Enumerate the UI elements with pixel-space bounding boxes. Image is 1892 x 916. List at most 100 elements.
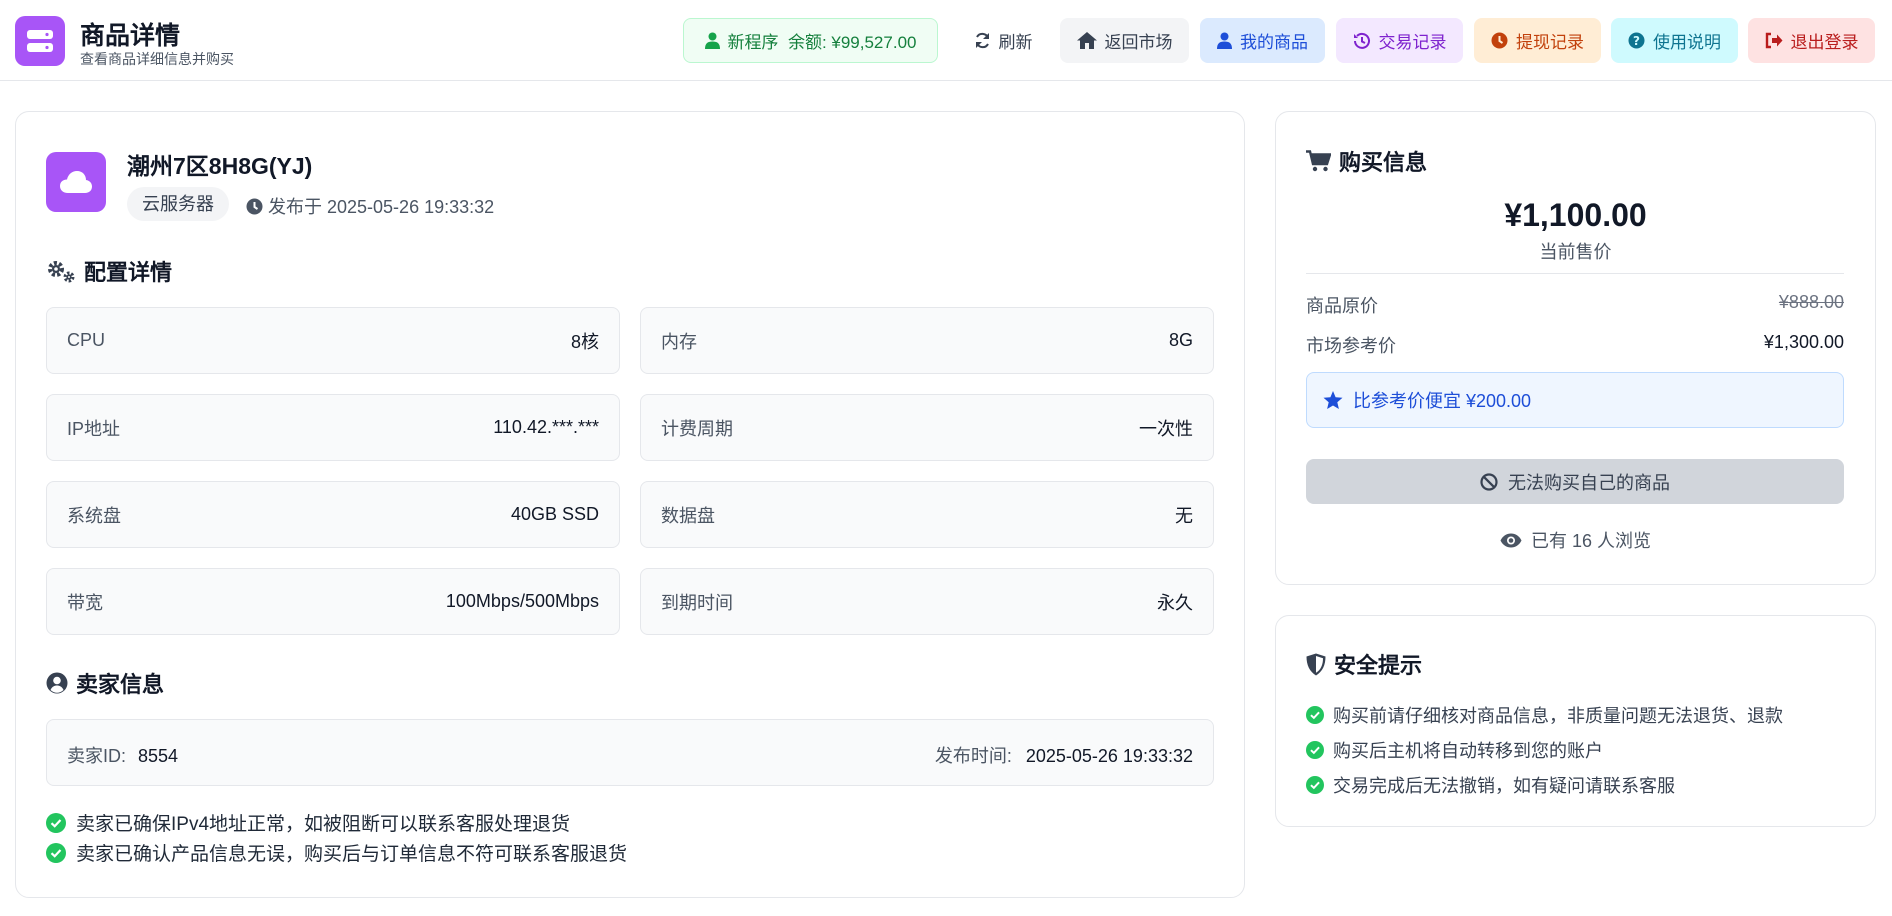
seller-id-label: 卖家ID: xyxy=(67,746,127,766)
product-name: 潮州7区8H8G(YJ) xyxy=(127,153,313,179)
safety-section-title: 安全提示 xyxy=(1306,648,1422,680)
check-circle-icon xyxy=(46,812,66,833)
original-price-value: ¥888.00 xyxy=(1778,292,1844,312)
safety-tip-text: 交易完成后无法撤销，如有疑问请联系客服 xyxy=(1333,776,1675,796)
spec-key: 内存 xyxy=(661,331,697,352)
spec-key: CPU xyxy=(67,330,106,350)
purchase-card: 购买信息 ¥1,100.00 当前售价 商品原价 ¥888.00 市场参考价 ¥… xyxy=(1275,111,1876,585)
market-price-label: 市场参考价 xyxy=(1306,336,1396,356)
star-icon xyxy=(1323,390,1343,409)
seller-info-box: 卖家ID: 8554 发布时间: 2025-05-26 19:33:32 xyxy=(46,719,1214,786)
safety-tip-text: 购买前请仔细核对商品信息，非质量问题无法退货、退款 xyxy=(1333,706,1783,726)
seller-section-title: 卖家信息 xyxy=(46,667,164,699)
page-title: 商品详情 xyxy=(80,22,181,50)
spec-item: CPU 8核 xyxy=(46,307,620,374)
purchase-section-title: 购买信息 xyxy=(1306,145,1427,177)
saving-text: 比参考价便宜 ¥200.00 xyxy=(1353,391,1532,411)
safety-tip-item: 购买后主机将自动转移到您的账户 xyxy=(1306,737,1603,763)
spec-key: 带宽 xyxy=(67,592,103,613)
back-to-market-button[interactable]: 返回市场 xyxy=(1060,18,1189,63)
config-title-text: 配置详情 xyxy=(84,260,173,285)
product-detail-card: 潮州7区8H8G(YJ) 云服务器 发布于 2025-05-26 19:33:3… xyxy=(15,111,1245,898)
config-section-title: 配置详情 xyxy=(46,255,172,287)
clock-icon xyxy=(246,198,263,214)
safety-title-text: 安全提示 xyxy=(1334,653,1423,678)
page-subtitle: 查看商品详细信息并购买 xyxy=(80,51,234,67)
check-circle-icon xyxy=(1306,706,1324,724)
market-label: 返回市场 xyxy=(1104,33,1173,52)
spec-value: 110.42.***.*** xyxy=(493,417,599,437)
seller-id-row: 卖家ID: 8554 xyxy=(67,742,178,768)
spec-key: 计费周期 xyxy=(661,418,733,439)
spec-item: 内存 8G xyxy=(640,307,1214,374)
saving-notice: 比参考价便宜 ¥200.00 xyxy=(1306,372,1844,428)
spec-value: 永久 xyxy=(1157,592,1193,613)
spec-value: 100Mbps/500Mbps xyxy=(445,591,599,611)
spec-key: 数据盘 xyxy=(661,505,715,526)
promise-text: 卖家已确保IPv4地址正常，如被阻断可以联系客服处理退货 xyxy=(76,814,571,835)
market-price-row: 市场参考价 ¥1,300.00 xyxy=(1306,332,1844,358)
svg-text:?: ? xyxy=(1633,34,1640,48)
original-price-row: 商品原价 ¥888.00 xyxy=(1306,292,1844,318)
balance-text: 新程序 余额: ¥99,527.00 xyxy=(727,33,917,52)
home-icon xyxy=(1076,32,1097,49)
logout-label: 退出登录 xyxy=(1790,33,1859,52)
withdraw-label: 提现记录 xyxy=(1516,33,1584,52)
seller-id-value: 8554 xyxy=(138,746,179,766)
spec-value: 8G xyxy=(1168,330,1193,350)
shopping-cart-icon xyxy=(1306,150,1331,172)
publish-time: 发布于 2025-05-26 19:33:32 xyxy=(246,193,494,219)
logout-button[interactable]: 退出登录 xyxy=(1748,18,1875,63)
spec-item: 系统盘 40GB SSD xyxy=(46,481,620,548)
my-goods-button[interactable]: 我的商品 xyxy=(1200,18,1325,63)
refresh-icon xyxy=(975,32,989,49)
seller-time-label: 发布时间: xyxy=(934,746,1012,766)
spec-value: 无 xyxy=(1175,505,1193,526)
seller-promise-item: 卖家已确保IPv4地址正常，如被阻断可以联系客服处理退货 xyxy=(46,809,570,836)
user-icon xyxy=(704,32,720,49)
check-circle-icon xyxy=(1306,776,1324,794)
user-circle-icon xyxy=(46,672,68,694)
promise-text: 卖家已确认产品信息无误，购买后与订单信息不符可联系客服退货 xyxy=(76,844,628,865)
spec-key: 系统盘 xyxy=(67,505,121,526)
history-icon xyxy=(1353,32,1370,49)
spec-value: 8核 xyxy=(570,331,599,352)
spec-value: 一次性 xyxy=(1139,418,1193,439)
spec-item: 到期时间 永久 xyxy=(640,568,1214,635)
publish-time-text: 发布于 2025-05-26 19:33:32 xyxy=(268,197,495,217)
check-circle-icon xyxy=(46,842,66,863)
spec-key: IP地址 xyxy=(67,418,121,439)
ban-icon xyxy=(1480,472,1498,491)
balance-badge: 新程序 余额: ¥99,527.00 xyxy=(683,18,938,63)
safety-tip-text: 购买后主机将自动转移到您的账户 xyxy=(1333,741,1603,761)
spec-item: 数据盘 无 xyxy=(640,481,1214,548)
product-type-badge: 云服务器 xyxy=(127,187,229,221)
clock-icon xyxy=(1491,32,1508,49)
withdraw-records-button[interactable]: 提现记录 xyxy=(1474,18,1601,63)
shield-icon xyxy=(1306,653,1326,675)
refresh-button[interactable]: 刷新 xyxy=(962,18,1044,63)
trades-label: 交易记录 xyxy=(1378,33,1447,52)
current-price: ¥1,100.00 xyxy=(1504,197,1647,233)
eye-icon xyxy=(1500,533,1522,547)
buy-button-disabled[interactable]: 无法购买自己的商品 xyxy=(1306,459,1844,504)
usage-guide-button[interactable]: ? 使用说明 xyxy=(1611,18,1738,63)
check-circle-icon xyxy=(1306,741,1324,759)
seller-title-text: 卖家信息 xyxy=(76,672,165,697)
buy-button-label: 无法购买自己的商品 xyxy=(1508,472,1670,493)
spec-item: 带宽 100Mbps/500Mbps xyxy=(46,568,620,635)
safety-tip-item: 交易完成后无法撤销，如有疑问请联系客服 xyxy=(1306,772,1675,798)
safety-tips-card: 安全提示 购买前请仔细核对商品信息，非质量问题无法退货、退款 购买后主机将自动转… xyxy=(1275,615,1876,827)
view-count: 已有 16 人浏览 xyxy=(1276,527,1875,553)
seller-promise-item: 卖家已确认产品信息无误，购买后与订单信息不符可联系客服退货 xyxy=(46,839,627,866)
market-price-value: ¥1,300.00 xyxy=(1763,332,1844,352)
view-count-text: 已有 16 人浏览 xyxy=(1530,531,1652,551)
seller-time-row: 发布时间: 2025-05-26 19:33:32 xyxy=(935,742,1193,768)
current-price-label: 当前售价 xyxy=(1539,242,1612,262)
user-icon xyxy=(1217,32,1232,49)
cogs-icon xyxy=(48,261,75,283)
question-icon: ? xyxy=(1628,32,1645,49)
top-header: 商品详情 查看商品详细信息并购买 新程序 余额: ¥99,527.00 刷新 返… xyxy=(0,0,1892,81)
usage-label: 使用说明 xyxy=(1653,33,1721,52)
trade-records-button[interactable]: 交易记录 xyxy=(1336,18,1463,63)
